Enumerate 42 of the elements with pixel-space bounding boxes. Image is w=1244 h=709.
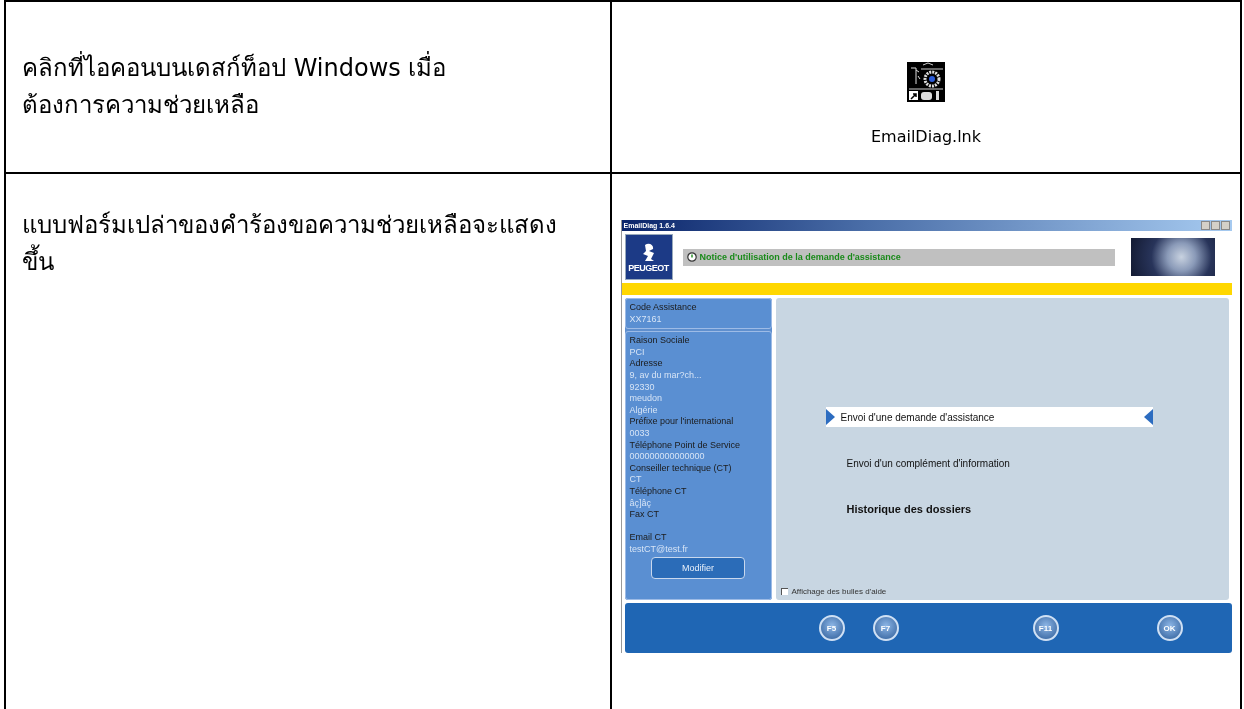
menu-item[interactable]: Envoi d'un complément d'information [825,453,1153,473]
function-key-button[interactable]: F11 [1032,615,1059,641]
instruction-text: คลิกที่ไอคอนบนเดสก์ท็อป Windows เมื่อต้องการความช่วยเหลือ [22,50,462,124]
field-value: 92330 [629,381,656,394]
function-key-button[interactable]: OK [1156,615,1183,641]
menu-item[interactable]: Envoi d'une demande d'assistance [825,407,1153,427]
field-label: Raison Sociale [629,335,691,347]
field-label: Conseiller technique (CT) [629,462,733,475]
instruction-text: แบบฟอร์มเปล่าของคำร้องขอความช่วยเหลือจะแสดงขึ้น [22,210,558,278]
field-label: Préfixe pour l'international [629,416,735,428]
icon-label: EmailDiag.lnk [870,127,982,146]
field-label: Fax CT [629,509,660,521]
maximize-button[interactable] [1210,221,1220,230]
field-value: CT [629,474,643,486]
field-label: Adresse [629,358,664,370]
field-value: testCT@test.fr [629,543,689,556]
field-value: âç]âç [629,497,652,510]
field-label: Téléphone Point de Service [629,439,742,452]
field-value: 0033 [629,427,651,440]
field-label: Téléphone CT [629,485,688,498]
field-label: Email CT [629,532,668,544]
field-value: Algérie [629,404,659,417]
menu-item[interactable]: Historique des dossiers [825,499,1153,519]
field-value: 000000000000000 [629,451,706,463]
left-arrow-icon [1143,409,1153,425]
logo-text: PEUGEOT [628,263,669,273]
notice-text[interactable]: Notice d'utilisation de la demande d'assistance [699,252,901,262]
field-value: PCI [629,346,646,359]
right-arrow-icon [825,409,835,425]
info-clock-icon [686,252,697,262]
field-value: XX7161 [629,313,663,326]
minimize-button[interactable] [1200,221,1210,230]
close-button[interactable] [1220,221,1230,230]
field-value: meudon [629,393,664,405]
checkbox-label: Affichage des bulles d'aide [791,587,887,596]
checkbox[interactable] [780,588,788,595]
program-shortcut-icon[interactable] [907,62,945,102]
function-key-button[interactable]: F5 [818,615,845,641]
field-value: 9, av du mar?ch... [629,369,703,382]
modify-button[interactable]: Modifier [651,557,745,580]
field-label: Code Assistance [629,302,698,314]
function-key-button[interactable]: F7 [872,615,899,641]
